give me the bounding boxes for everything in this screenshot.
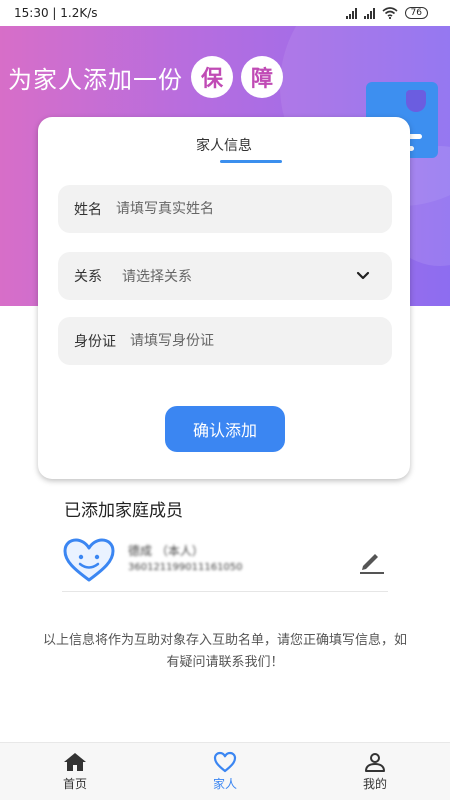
- hero-title: 为家人添加一份 保 障: [8, 56, 283, 98]
- member-id-number: 360121199011161050: [128, 562, 243, 573]
- id-label: 身份证: [74, 334, 116, 350]
- nav-family[interactable]: 家人: [170, 751, 280, 792]
- id-field[interactable]: 身份证: [58, 317, 392, 365]
- hero-badge: 保: [191, 56, 233, 98]
- signal-icon-2: [363, 7, 375, 19]
- nav-family-label: 家人: [212, 777, 237, 791]
- heart-icon: [213, 751, 237, 773]
- wifi-icon: [382, 7, 398, 19]
- name-input[interactable]: [116, 201, 392, 217]
- battery-icon: 76: [404, 7, 428, 19]
- member-name: 德成 （本人）: [128, 544, 204, 558]
- bottom-nav: 首页 家人 我的: [0, 742, 450, 800]
- members-section-title: 已添加家庭成员: [64, 501, 183, 521]
- signal-icon: [345, 7, 357, 19]
- status-icons: 76: [345, 7, 428, 19]
- tab-family-info[interactable]: 家人信息: [38, 135, 410, 155]
- home-icon: [64, 753, 86, 771]
- status-time: 15:30 | 1.2K/s: [14, 6, 98, 20]
- hero-badge: 障: [241, 56, 283, 98]
- notice-text: 以上信息将作为互助对象存入互助名单，请您正确填写信息，如有疑问请联系我们！: [42, 633, 407, 670]
- user-icon: [365, 753, 385, 772]
- edit-icon[interactable]: [356, 546, 386, 576]
- chevron-down-icon[interactable]: [352, 265, 374, 287]
- relation-select[interactable]: 关系 请选择关系: [58, 252, 392, 300]
- nav-mine-label: 我的: [362, 777, 387, 791]
- nav-home[interactable]: 首页: [20, 751, 130, 792]
- confirm-add-button[interactable]: 确认添加: [165, 406, 285, 452]
- heart-avatar-icon: [63, 538, 115, 582]
- family-info-card: 家人信息 姓名 关系 请选择关系 身份证 确认添加: [38, 117, 410, 479]
- relation-value: 请选择关系: [122, 269, 192, 285]
- name-label: 姓名: [74, 202, 102, 218]
- nav-home-label: 首页: [62, 777, 87, 791]
- status-bar: 15:30 | 1.2K/s 76: [0, 0, 450, 26]
- tab-underline: [220, 160, 282, 163]
- name-field[interactable]: 姓名: [58, 185, 392, 233]
- id-input[interactable]: [130, 333, 392, 349]
- list-item[interactable]: 德成 （本人） 360121199011161050: [62, 532, 388, 592]
- hero-title-text: 为家人添加一份: [8, 65, 183, 94]
- relation-label: 关系: [74, 269, 102, 285]
- nav-mine[interactable]: 我的: [320, 751, 430, 792]
